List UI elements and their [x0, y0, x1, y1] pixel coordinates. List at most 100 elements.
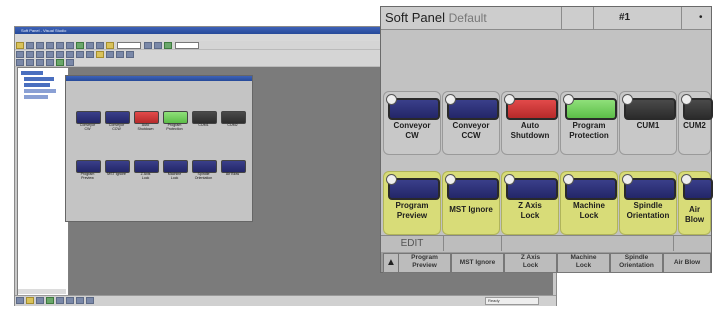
designer-soft-panel[interactable]: Conveyor CW Conveyor CCW Auto Shutdown P… — [65, 75, 253, 222]
send-back-icon[interactable] — [106, 51, 114, 58]
run-icon[interactable] — [76, 42, 84, 49]
start-menu-icon[interactable] — [16, 297, 24, 304]
soft-panel-indicator: • — [699, 12, 703, 23]
softkey-mst-ignore[interactable]: MST Ignore — [451, 253, 504, 273]
debug-step-icon[interactable] — [16, 59, 24, 66]
button-cum1[interactable]: CUM1 — [619, 91, 677, 155]
debug-icon[interactable] — [154, 42, 162, 49]
tab-order-icon[interactable] — [126, 51, 134, 58]
taskbar-icon[interactable] — [46, 297, 54, 304]
align-bottom-icon[interactable] — [56, 51, 64, 58]
soft-panel-window: Soft Panel Default #1 • Conveyor CW Conv… — [380, 6, 713, 273]
button-auto-shutdown[interactable]: Auto Shutdown — [501, 91, 559, 155]
designer-button-conveyor-ccw[interactable]: Conveyor CCW — [105, 111, 130, 134]
bring-front-icon[interactable] — [96, 51, 104, 58]
taskbar-icon[interactable] — [86, 297, 94, 304]
tree-item[interactable] — [21, 71, 43, 75]
button-air-blow[interactable]: Air Blow — [678, 171, 713, 235]
redo-icon[interactable] — [96, 42, 104, 49]
led-indicator — [563, 94, 574, 105]
designer-button-program-protection[interactable]: Program Protection — [163, 111, 188, 134]
paste-icon[interactable] — [66, 42, 74, 49]
button-mst-ignore[interactable]: MST Ignore — [442, 171, 500, 235]
platform-combo[interactable] — [175, 42, 199, 49]
build-icon[interactable] — [144, 42, 152, 49]
led-indicator — [386, 174, 397, 185]
taskbar-icon[interactable] — [76, 297, 84, 304]
start-icon[interactable] — [164, 42, 172, 49]
button-label: Spindle Orientation — [194, 172, 213, 180]
explorer-tabs[interactable] — [18, 289, 66, 294]
button-conveyor-ccw[interactable]: Conveyor CCW — [442, 91, 500, 155]
header-divider — [593, 7, 594, 29]
button-spindle-orientation[interactable]: Spindle Orientation — [619, 171, 677, 235]
button-label: Spindle Orientation — [626, 201, 670, 220]
softkey-air-blow[interactable]: Air Blow — [663, 253, 711, 273]
home-icon[interactable]: ▲ — [383, 253, 399, 273]
button-conveyor-cw[interactable]: Conveyor CW — [383, 91, 441, 155]
button-label: Conveyor CCW — [108, 123, 125, 131]
undo-icon[interactable] — [86, 42, 94, 49]
taskbar-icon[interactable] — [66, 297, 74, 304]
led-indicator — [681, 94, 692, 105]
button-machine-lock[interactable]: Machine Lock — [560, 171, 618, 235]
designer-button-spindle-orientation[interactable]: Spindle Orientation — [192, 160, 217, 183]
button-program-preview[interactable]: Program Preview — [383, 171, 441, 235]
config-combo[interactable] — [117, 42, 141, 49]
mode-cell — [443, 236, 502, 251]
button-cum2[interactable]: CUM2 — [678, 91, 713, 155]
button-label: Program Preview — [80, 172, 95, 180]
grid-icon[interactable] — [86, 51, 94, 58]
designer-button-program-preview[interactable]: Program Preview — [76, 160, 101, 183]
align-top-icon[interactable] — [46, 51, 54, 58]
designer-button-auto-shutdown[interactable]: Auto Shutdown — [134, 111, 159, 134]
same-width-icon[interactable] — [66, 51, 74, 58]
designer-button-cum2[interactable]: CUM2 — [221, 111, 246, 134]
continue-icon[interactable] — [56, 59, 64, 66]
designer-button-z-axis-lock[interactable]: Z Axis Lock — [134, 160, 159, 183]
button-z-axis-lock[interactable]: Z Axis Lock — [501, 171, 559, 235]
tree-item[interactable] — [24, 95, 48, 99]
new-file-icon[interactable] — [16, 42, 24, 49]
button-program-protection[interactable]: Program Protection — [560, 91, 618, 155]
debug-out-icon[interactable] — [36, 59, 44, 66]
designer-button-cum1[interactable]: CUM1 — [192, 111, 217, 134]
mode-cell — [501, 236, 674, 251]
designer-button-air-blow[interactable]: Air Blow — [221, 160, 246, 183]
open-folder-icon[interactable] — [26, 42, 34, 49]
tree-item[interactable] — [24, 83, 50, 87]
cut-icon[interactable] — [46, 42, 54, 49]
taskbar-icon[interactable] — [36, 297, 44, 304]
softkey-machine-lock[interactable]: Machine Lock — [557, 253, 610, 273]
button-label: Air Blow — [684, 205, 705, 224]
soft-panel-subtitle: Default — [448, 11, 487, 25]
designer-panel-titlebar — [66, 76, 252, 81]
ide-bottom-toolbar — [15, 295, 556, 306]
copy-icon[interactable] — [56, 42, 64, 49]
led-indicator — [386, 94, 397, 105]
taskbar-icon[interactable] — [26, 297, 34, 304]
breakpoint-icon[interactable] — [46, 59, 54, 66]
debug-over-icon[interactable] — [26, 59, 34, 66]
designer-button-mst-ignore[interactable]: MST Ignore — [105, 160, 130, 183]
tree-item[interactable] — [24, 89, 56, 93]
softkey-z-axis-lock[interactable]: Z Axis Lock — [504, 253, 557, 273]
align-left-icon[interactable] — [16, 51, 24, 58]
solution-explorer[interactable] — [17, 67, 69, 297]
align-center-icon[interactable] — [26, 51, 34, 58]
align-right-icon[interactable] — [36, 51, 44, 58]
taskbar-icon[interactable] — [56, 297, 64, 304]
stop-icon[interactable] — [66, 59, 74, 66]
designer-button-conveyor-cw[interactable]: Conveyor CW — [76, 111, 101, 134]
tree-item[interactable] — [24, 77, 54, 81]
find-icon[interactable] — [106, 42, 114, 49]
softkey-program-preview[interactable]: Program Preview — [398, 253, 451, 273]
lock-icon[interactable] — [116, 51, 124, 58]
softkey-spindle-orientation[interactable]: Spindle Orientation — [610, 253, 663, 273]
same-height-icon[interactable] — [76, 51, 84, 58]
button-label: MST Ignore — [107, 172, 126, 176]
designer-button-machine-lock[interactable]: Machine Lock — [163, 160, 188, 183]
button-label: Machine Lock — [572, 201, 605, 220]
button-label: Z Axis Lock — [140, 172, 151, 180]
save-icon[interactable] — [36, 42, 44, 49]
